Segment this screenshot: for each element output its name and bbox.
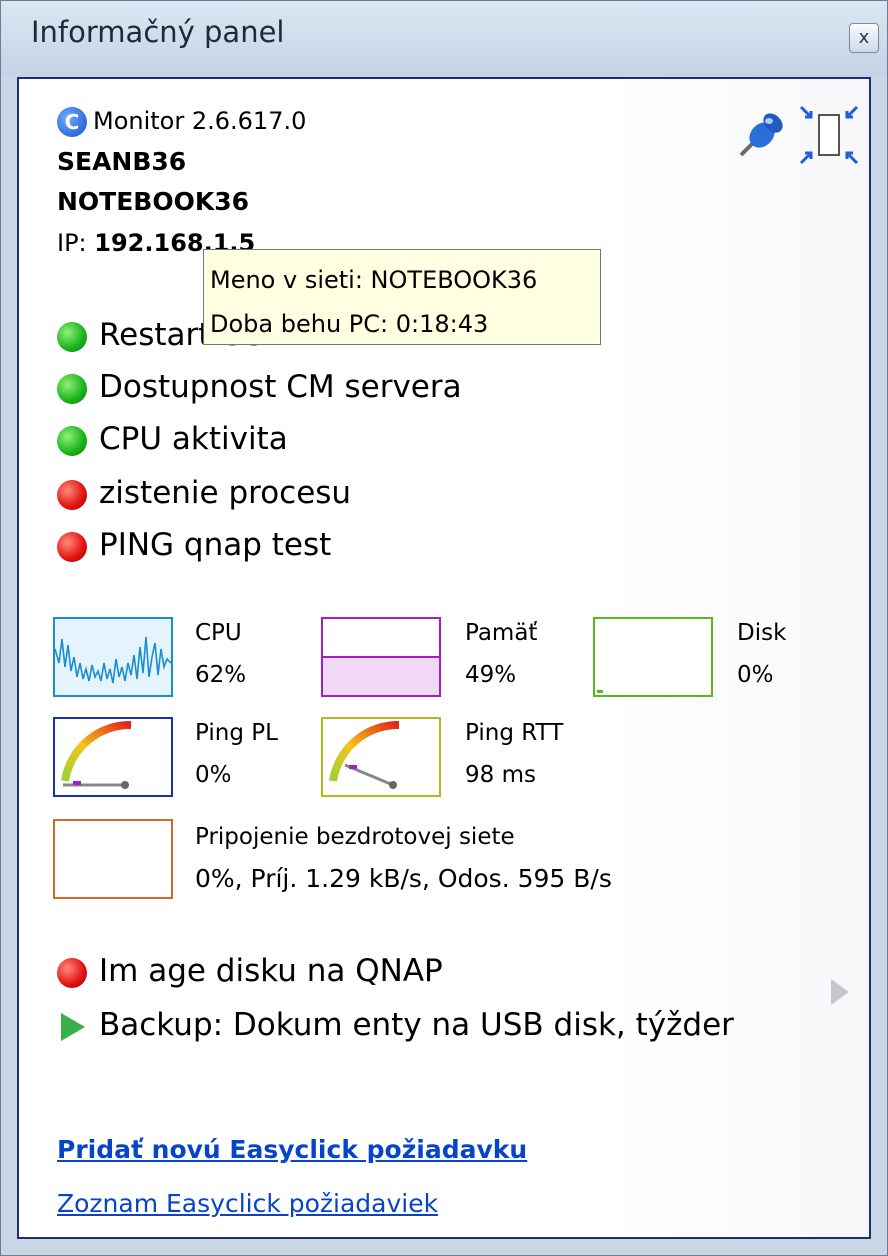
ping-rtt-gauge[interactable] <box>321 717 441 797</box>
check-label: zistenie procesu <box>99 475 352 511</box>
panel-content: C Monitor 2.6.617.0 SEANB36 NOTEBOOK36 IP… <box>17 77 871 1239</box>
more-arrow-icon[interactable] <box>831 979 849 1005</box>
tooltip-network-name: Meno v sieti: NOTEBOOK36 <box>210 266 538 294</box>
status-error-icon <box>57 957 87 988</box>
ping-pl-gauge[interactable] <box>53 717 173 797</box>
disk-value: 0% <box>737 662 774 688</box>
disk-graph[interactable] <box>593 617 713 697</box>
ip-label: IP: <box>57 229 87 257</box>
gauge-dial-icon <box>329 720 400 789</box>
status-ok-icon <box>57 373 87 404</box>
app-logo-icon: C <box>57 107 87 137</box>
cpu-graph[interactable] <box>53 617 173 697</box>
status-ok-icon <box>57 321 87 352</box>
cpu-label: CPU <box>195 620 242 646</box>
app-name: Monitor 2.6.617.0 <box>93 107 307 135</box>
status-error-icon <box>57 531 87 562</box>
check-label: CPU aktivita <box>99 421 288 457</box>
tooltip: Meno v sieti: NOTEBOOK36 Doba behu PC: 0… <box>203 249 601 345</box>
ping-pl-value: 0% <box>195 762 232 788</box>
status-ok-icon <box>57 425 87 456</box>
ping-rtt-value: 98 ms <box>465 762 536 788</box>
computer-name: NOTEBOOK36 <box>57 187 250 216</box>
cpu-value: 62% <box>195 662 247 688</box>
task-label: Im age disku na QNAP <box>99 953 443 989</box>
easyclick-requests-list-link[interactable]: Zoznam Easyclick požiadaviek <box>57 1189 438 1218</box>
check-cpu-activity[interactable]: CPU aktivita <box>57 421 288 457</box>
check-label: PING qnap test <box>99 527 332 563</box>
task-image-qnap[interactable]: Im age disku na QNAP <box>57 953 443 989</box>
network-value: 0%, Príj. 1.29 kB/s, Odos. 595 B/s <box>195 864 612 893</box>
check-cm-server[interactable]: Dostupnost CM servera <box>57 369 462 405</box>
memory-fill <box>323 655 439 695</box>
disk-label: Disk <box>737 620 787 646</box>
compact-view-icon[interactable] <box>797 103 861 167</box>
check-label: Dostupnost CM servera <box>99 369 462 405</box>
network-graph[interactable] <box>53 819 173 899</box>
info-panel-window: Informačný panel x C Monitor 2.6.617.0 SE… <box>0 0 888 1256</box>
check-ping-qnap[interactable]: PING qnap test <box>57 527 331 563</box>
memory-label: Pamäť <box>465 620 538 646</box>
ping-pl-label: Ping PL <box>195 720 278 746</box>
play-arrow-icon <box>61 1012 85 1041</box>
pushpin-icon[interactable] <box>735 105 791 161</box>
gauge-dial-icon <box>61 720 132 789</box>
status-error-icon <box>57 479 87 510</box>
tooltip-uptime: Doba behu PC: 0:18:43 <box>210 310 489 338</box>
window-title: Informačný panel <box>31 15 285 49</box>
title-bar[interactable]: Informačný panel x <box>1 1 887 77</box>
memory-graph[interactable] <box>321 617 441 697</box>
task-label: Backup: Dokum enty na USB disk, týžder <box>99 1007 734 1043</box>
ping-rtt-label: Ping RTT <box>465 720 564 746</box>
memory-value: 49% <box>465 662 517 688</box>
user-name: SEANB36 <box>57 147 187 176</box>
cpu-sparkline <box>55 636 171 684</box>
disk-fill <box>597 690 603 693</box>
add-easyclick-request-link[interactable]: Pridať novú Easyclick požiadavku <box>57 1135 527 1164</box>
check-process-detection[interactable]: zistenie procesu <box>57 475 351 511</box>
network-label: Pripojenie bezdrotovej siete <box>195 824 515 850</box>
close-button[interactable]: x <box>849 23 879 53</box>
app-version-line: C Monitor 2.6.617.0 <box>57 107 306 137</box>
task-backup-usb[interactable]: Backup: Dokum enty na USB disk, týžder <box>57 1007 734 1043</box>
